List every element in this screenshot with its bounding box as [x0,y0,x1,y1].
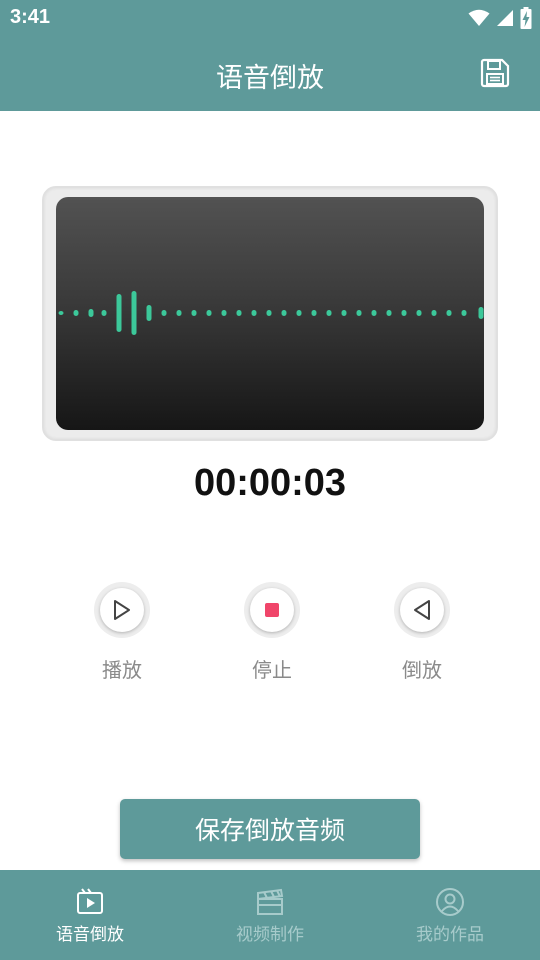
waveform-bar [101,310,107,316]
waveform-bar [446,310,452,316]
clapperboard-icon [257,888,284,915]
save-reversed-audio-button[interactable]: 保存倒放音频 [120,799,420,859]
waveform-bar [401,310,407,316]
play-button[interactable] [94,582,150,638]
floppy-save-icon [480,58,510,88]
status-bar: 3:41 [0,0,540,36]
waveform-bar [146,305,152,321]
cellular-signal-icon [497,10,513,26]
play-control[interactable]: 播放 [94,582,150,682]
waveform-bar [371,310,377,316]
nav-item-my-works[interactable]: 我的作品 [360,870,540,960]
waveform-bar [251,310,257,316]
waveform-bar [326,310,332,316]
waveform-bar [206,310,212,316]
waveform-bar [58,311,64,315]
waveform-bar [221,310,227,316]
nav-item-video-make[interactable]: 视频制作 [180,870,360,960]
video-play-icon [77,888,103,914]
waveform-bar [356,310,362,316]
reverse-control[interactable]: 倒放 [394,582,450,682]
waveform-bar [161,310,167,316]
stop-button[interactable] [244,582,300,638]
waveform-bar [236,310,242,316]
status-time: 3:41 [10,6,51,28]
waveform-bar [266,310,272,316]
nav-label-my-works: 我的作品 [416,925,484,945]
wifi-icon [468,9,490,26]
waveform-bar [478,307,484,319]
waveform-bar [281,310,287,316]
user-circle-icon [436,888,464,916]
waveform-bar [461,310,467,316]
waveform-svg [58,291,484,335]
app-bar: 语音倒放 [0,36,540,111]
stop-icon [265,603,279,617]
elapsed-time: 00:00:03 [193,462,347,504]
play-icon [114,600,130,620]
waveform-bar [341,310,347,316]
nav-label-video-make: 视频制作 [236,925,304,945]
waveform-bar [176,310,182,316]
status-icons [468,6,532,30]
reverse-play-icon [414,600,430,620]
waveform-bar [73,310,79,316]
battery-charging-icon [520,7,532,29]
page-title: 语音倒放 [216,63,324,94]
bottom-nav: 语音倒放 视频制作 我的作品 [0,870,540,960]
reverse-button[interactable] [394,582,450,638]
waveform-bar [191,310,197,316]
waveform-bar [131,291,137,335]
waveform-frame [42,186,498,441]
stop-label: 停止 [252,658,292,682]
waveform-bar [296,310,302,316]
waveform-bar [416,310,422,316]
play-label: 播放 [102,658,142,682]
reverse-label: 倒放 [402,658,442,682]
waveform-bar [88,309,94,317]
waveform-bar [431,310,437,316]
save-header-button[interactable] [480,58,510,88]
waveform-bar [386,310,392,316]
nav-item-voice-reverse[interactable]: 语音倒放 [0,870,180,960]
waveform-display [56,197,484,430]
waveform-bar [116,294,122,332]
nav-label-voice-reverse: 语音倒放 [56,925,124,945]
waveform-bar [311,310,317,316]
stop-control[interactable]: 停止 [244,582,300,682]
